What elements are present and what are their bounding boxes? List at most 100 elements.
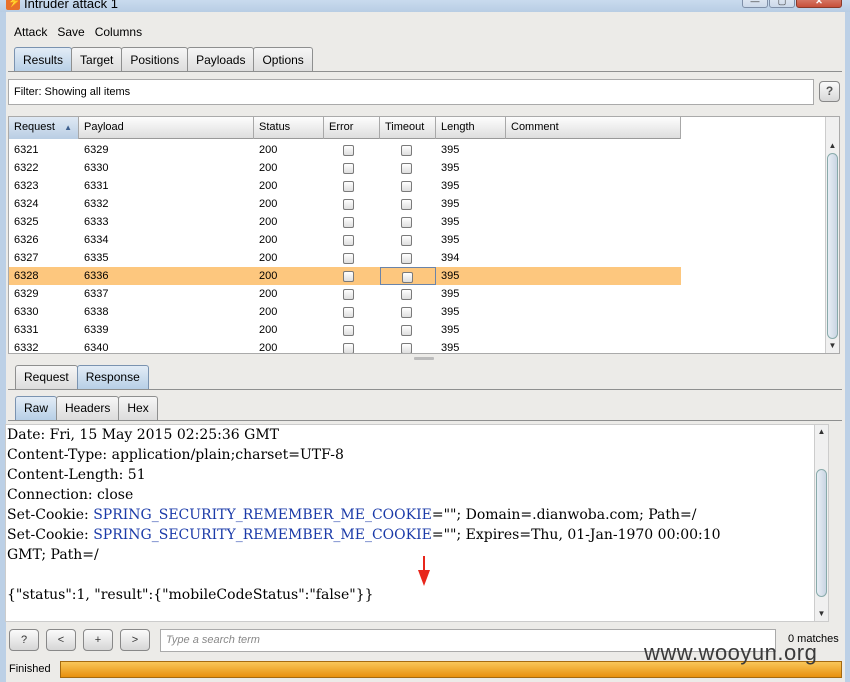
column-header-payload[interactable]: Payload <box>79 117 254 139</box>
column-header-status[interactable]: Status <box>254 117 324 139</box>
filter-help-button[interactable]: ? <box>819 81 840 102</box>
cookie-prefix: Set-Cookie: <box>7 527 94 543</box>
error-checkbox[interactable] <box>343 307 354 318</box>
tab-results[interactable]: Results <box>14 47 73 72</box>
table-scrollbar[interactable]: ▲ ▼ <box>825 117 839 353</box>
cell-timeout <box>380 249 436 267</box>
search-prev-button[interactable]: < <box>46 629 76 651</box>
timeout-checkbox[interactable] <box>401 307 412 318</box>
filter-bar[interactable]: Filter: Showing all items <box>8 79 814 105</box>
column-header-error[interactable]: Error <box>324 117 380 139</box>
maximize-button[interactable]: ▢ <box>769 0 795 8</box>
column-header-length[interactable]: Length <box>436 117 506 139</box>
error-checkbox[interactable] <box>343 289 354 300</box>
tab-headers[interactable]: Headers <box>56 396 120 420</box>
cell-payload: 6339 <box>84 324 109 336</box>
timeout-checkbox[interactable] <box>401 163 412 174</box>
minimize-button[interactable]: — <box>742 0 768 8</box>
results-table: Request ▲ Payload Status Error Timeout Le… <box>8 116 840 354</box>
cell-comment <box>506 321 681 339</box>
error-checkbox[interactable] <box>343 325 354 336</box>
main-tab-bar: Results Target Positions Payloads Option… <box>14 47 313 72</box>
search-next-button[interactable]: > <box>120 629 150 651</box>
menu-save[interactable]: Save <box>57 22 84 42</box>
timeout-checkbox[interactable] <box>402 272 413 283</box>
cell-timeout <box>380 339 436 353</box>
table-row[interactable]: 6327 6335 200 394 <box>9 249 681 267</box>
table-row[interactable]: 6325 6333 200 395 <box>9 213 681 231</box>
column-header-request[interactable]: Request ▲ <box>9 117 79 139</box>
cookie-name: SPRING_SECURITY_REMEMBER_ME_COOKIE <box>93 527 432 543</box>
table-row[interactable]: 6324 6332 200 395 <box>9 195 681 213</box>
timeout-checkbox[interactable] <box>401 343 412 353</box>
error-checkbox[interactable] <box>343 199 354 210</box>
cookie-prefix: Set-Cookie: <box>7 507 94 523</box>
cell-comment <box>506 141 681 159</box>
search-add-button[interactable]: + <box>83 629 113 651</box>
cell-timeout <box>380 195 436 213</box>
cell-payload: 6335 <box>84 252 109 264</box>
error-checkbox[interactable] <box>343 163 354 174</box>
error-checkbox[interactable] <box>343 145 354 156</box>
column-header-timeout[interactable]: Timeout <box>380 117 436 139</box>
cell-timeout <box>380 177 436 195</box>
scroll-thumb[interactable] <box>816 469 827 597</box>
response-body: {"status":1, "result":{"mobileCodeStatus… <box>7 587 374 603</box>
timeout-checkbox[interactable] <box>401 217 412 228</box>
timeout-checkbox[interactable] <box>401 235 412 246</box>
error-checkbox[interactable] <box>343 217 354 228</box>
table-row[interactable]: 6332 6340 200 395 <box>9 339 681 354</box>
table-row[interactable]: 6328 6336 200 395 <box>9 267 681 285</box>
table-row[interactable]: 6326 6334 200 395 <box>9 231 681 249</box>
error-checkbox[interactable] <box>343 181 354 192</box>
scroll-thumb[interactable] <box>827 153 838 339</box>
table-row[interactable]: 6322 6330 200 395 <box>9 159 681 177</box>
tab-hex[interactable]: Hex <box>118 396 158 420</box>
error-checkbox[interactable] <box>343 253 354 264</box>
pane-splitter[interactable] <box>414 357 434 360</box>
tab-payloads[interactable]: Payloads <box>187 47 255 72</box>
tab-response[interactable]: Response <box>76 365 149 389</box>
tab-positions[interactable]: Positions <box>121 47 189 72</box>
tab-options[interactable]: Options <box>253 47 313 72</box>
cell-request: 6332 <box>14 342 39 354</box>
timeout-checkbox[interactable] <box>401 325 412 336</box>
cookie-value: ="" <box>431 507 457 523</box>
table-row[interactable]: 6329 6337 200 395 <box>9 285 681 303</box>
tab-raw[interactable]: Raw <box>15 396 58 420</box>
cell-comment <box>506 303 681 321</box>
table-row[interactable]: 6321 6329 200 395 <box>9 141 681 159</box>
table-row[interactable]: 6331 6339 200 395 <box>9 321 681 339</box>
error-checkbox[interactable] <box>343 271 354 282</box>
scroll-down-icon[interactable]: ▼ <box>815 607 828 621</box>
scroll-down-icon[interactable]: ▼ <box>826 339 839 353</box>
cookie-value: ="" <box>431 527 457 543</box>
scroll-up-icon[interactable]: ▲ <box>826 139 839 153</box>
search-help-button[interactable]: ? <box>9 629 39 651</box>
response-viewer[interactable]: Date: Fri, 15 May 2015 02:25:36 GMT Cont… <box>5 424 829 622</box>
close-icon: ✕ <box>815 0 823 6</box>
scroll-up-icon[interactable]: ▲ <box>815 425 828 439</box>
menu-attack[interactable]: Attack <box>14 22 47 42</box>
response-line: Connection: close <box>7 487 134 503</box>
cell-length: 395 <box>441 288 460 300</box>
timeout-checkbox[interactable] <box>401 289 412 300</box>
timeout-checkbox[interactable] <box>401 253 412 264</box>
tab-request[interactable]: Request <box>15 365 78 389</box>
menu-columns[interactable]: Columns <box>95 22 142 42</box>
error-checkbox[interactable] <box>343 235 354 246</box>
response-line: Set-Cookie: SPRING_SECURITY_REMEMBER_ME_… <box>6 525 828 545</box>
tab-target[interactable]: Target <box>71 47 123 72</box>
response-scrollbar[interactable]: ▲ ▼ <box>814 425 828 621</box>
response-line: Set-Cookie: SPRING_SECURITY_REMEMBER_ME_… <box>6 505 828 525</box>
cell-length: 395 <box>441 144 460 156</box>
table-row[interactable]: 6330 6338 200 395 <box>9 303 681 321</box>
column-header-comment[interactable]: Comment <box>506 117 681 139</box>
timeout-checkbox[interactable] <box>401 145 412 156</box>
cell-request: 6326 <box>14 234 39 246</box>
timeout-checkbox[interactable] <box>401 181 412 192</box>
error-checkbox[interactable] <box>343 343 354 353</box>
table-row[interactable]: 6323 6331 200 395 <box>9 177 681 195</box>
close-button[interactable]: ✕ <box>796 0 842 8</box>
timeout-checkbox[interactable] <box>401 199 412 210</box>
